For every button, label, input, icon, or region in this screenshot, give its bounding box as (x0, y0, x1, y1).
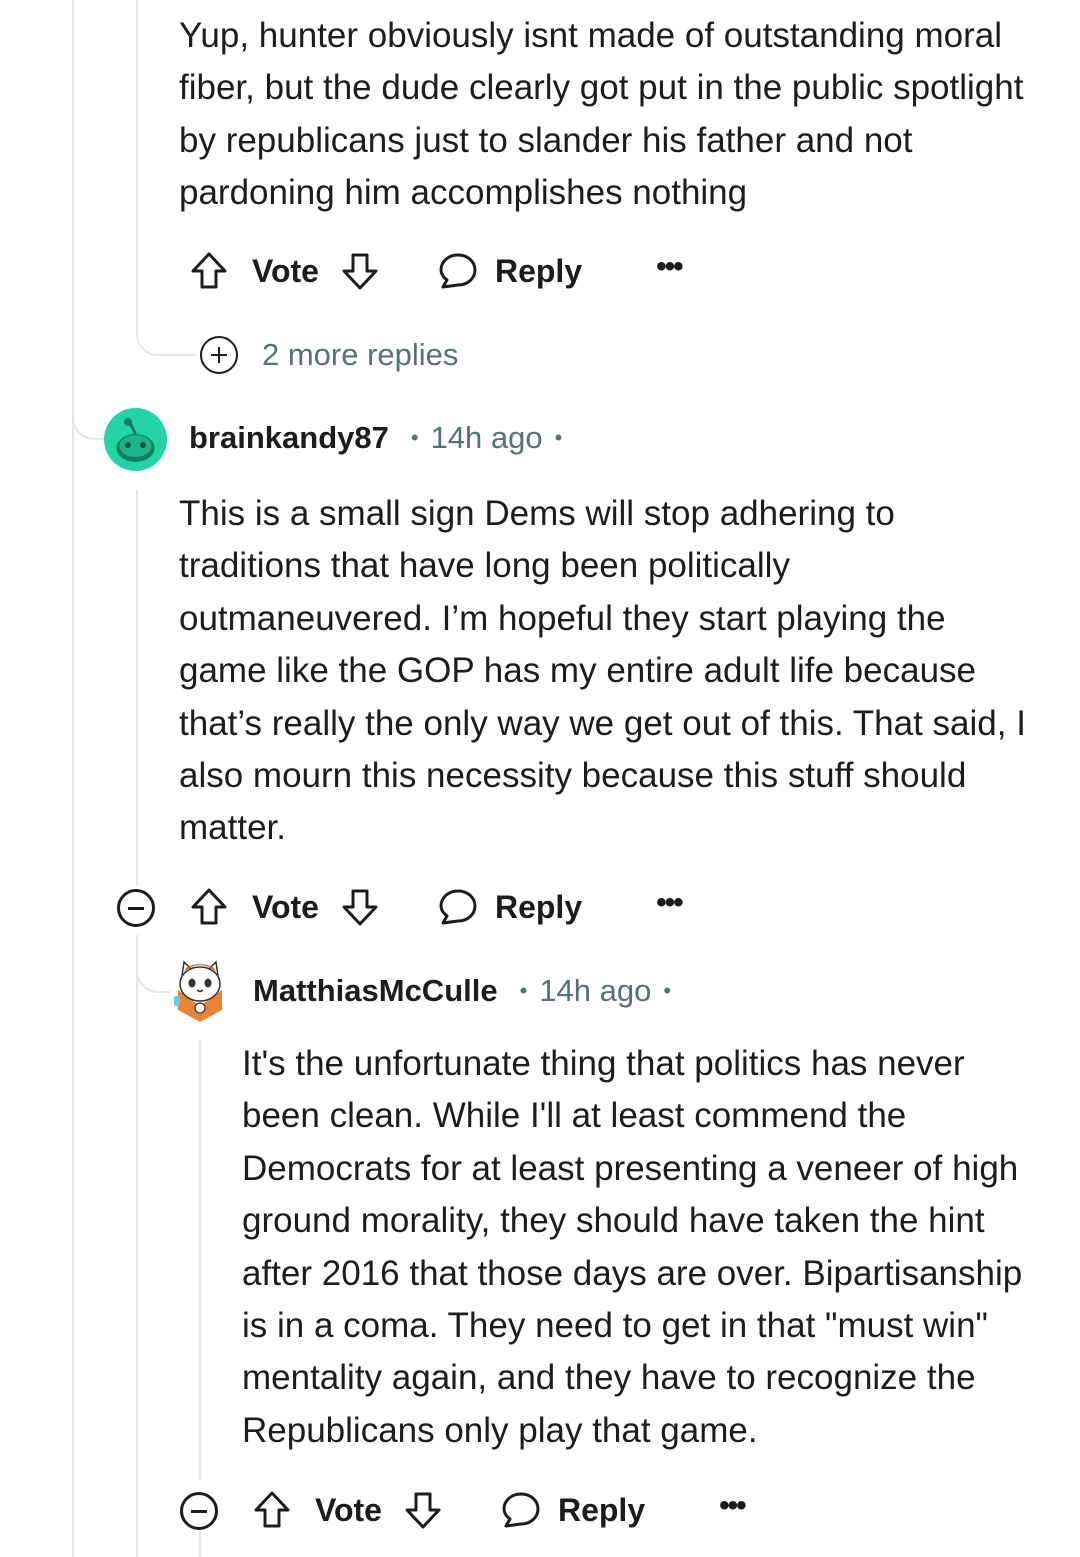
reply-icon (437, 251, 479, 291)
upvote-icon[interactable] (190, 887, 228, 927)
minus-icon (128, 906, 144, 910)
comment-actions: Vote Reply ••• (190, 877, 684, 937)
thread-line-brainkandy-lower (136, 935, 138, 1557)
reply-label: Reply (557, 1491, 646, 1528)
downvote-icon[interactable] (404, 1490, 442, 1530)
downvote-icon[interactable] (341, 251, 379, 291)
username[interactable]: brainkandy87 (189, 420, 389, 456)
upvote-icon[interactable] (253, 1490, 291, 1530)
reply-button[interactable]: Reply (437, 251, 582, 291)
more-replies-button[interactable]: 2 more replies (200, 336, 458, 374)
separator-dot: • (554, 425, 563, 450)
more-options-button[interactable]: ••• (719, 1491, 746, 1529)
more-replies-label: 2 more replies (262, 337, 459, 372)
more-options-button[interactable]: ••• (656, 888, 683, 926)
thread-elbow-matthias (136, 955, 170, 993)
comment-actions: Vote Reply ••• (253, 1480, 747, 1540)
collapse-thread-button[interactable] (180, 1492, 218, 1530)
comment-actions: Vote Reply ••• (190, 241, 684, 301)
more-options-button[interactable]: ••• (656, 252, 683, 290)
avatar[interactable] (170, 956, 230, 1022)
comment-body: It's the unfortunate thing that politics… (242, 1044, 1023, 1450)
thread-line-brainkandy (136, 490, 138, 885)
reply-label: Reply (494, 888, 583, 925)
reply-label: Reply (494, 252, 583, 289)
thread-line-level1 (136, 0, 138, 330)
thread-elbow-more-replies (136, 318, 196, 356)
thread-elbow-brainkandy (72, 400, 104, 440)
vote-label: Vote (252, 888, 319, 925)
vote-label: Vote (252, 252, 319, 289)
thread-line-matthias-lower (199, 1530, 201, 1557)
comment-body: Yup, hunter obviously isnt made of outst… (179, 16, 1024, 213)
vote-label: Vote (315, 1491, 382, 1528)
thread-line-root (72, 0, 74, 1557)
comment-meta: MatthiasMcCulle • 14h ago • (253, 973, 671, 1009)
reply-button[interactable]: Reply (437, 887, 582, 927)
timestamp: 14h ago (430, 420, 543, 455)
thread-line-matthias (199, 1040, 201, 1480)
downvote-icon[interactable] (341, 887, 379, 927)
separator-dot: • (519, 978, 528, 1003)
separator-dot: • (410, 425, 419, 450)
comment-body: This is a small sign Dems will stop adhe… (179, 494, 1026, 848)
username[interactable]: MatthiasMcCulle (253, 973, 498, 1009)
upvote-icon[interactable] (190, 251, 228, 291)
reply-icon (437, 887, 479, 927)
comment-meta: brainkandy87 • 14h ago • (189, 420, 562, 456)
cat-avatar-icon (174, 960, 222, 1022)
separator-dot: • (663, 978, 672, 1003)
reply-button[interactable]: Reply (500, 1490, 645, 1530)
plus-icon (200, 336, 238, 374)
minus-icon (191, 1509, 207, 1513)
collapse-thread-button[interactable] (117, 889, 155, 927)
snoo-avatar-icon (116, 418, 155, 462)
avatar[interactable] (104, 408, 167, 471)
reply-icon (500, 1490, 542, 1530)
timestamp: 14h ago (539, 973, 652, 1008)
